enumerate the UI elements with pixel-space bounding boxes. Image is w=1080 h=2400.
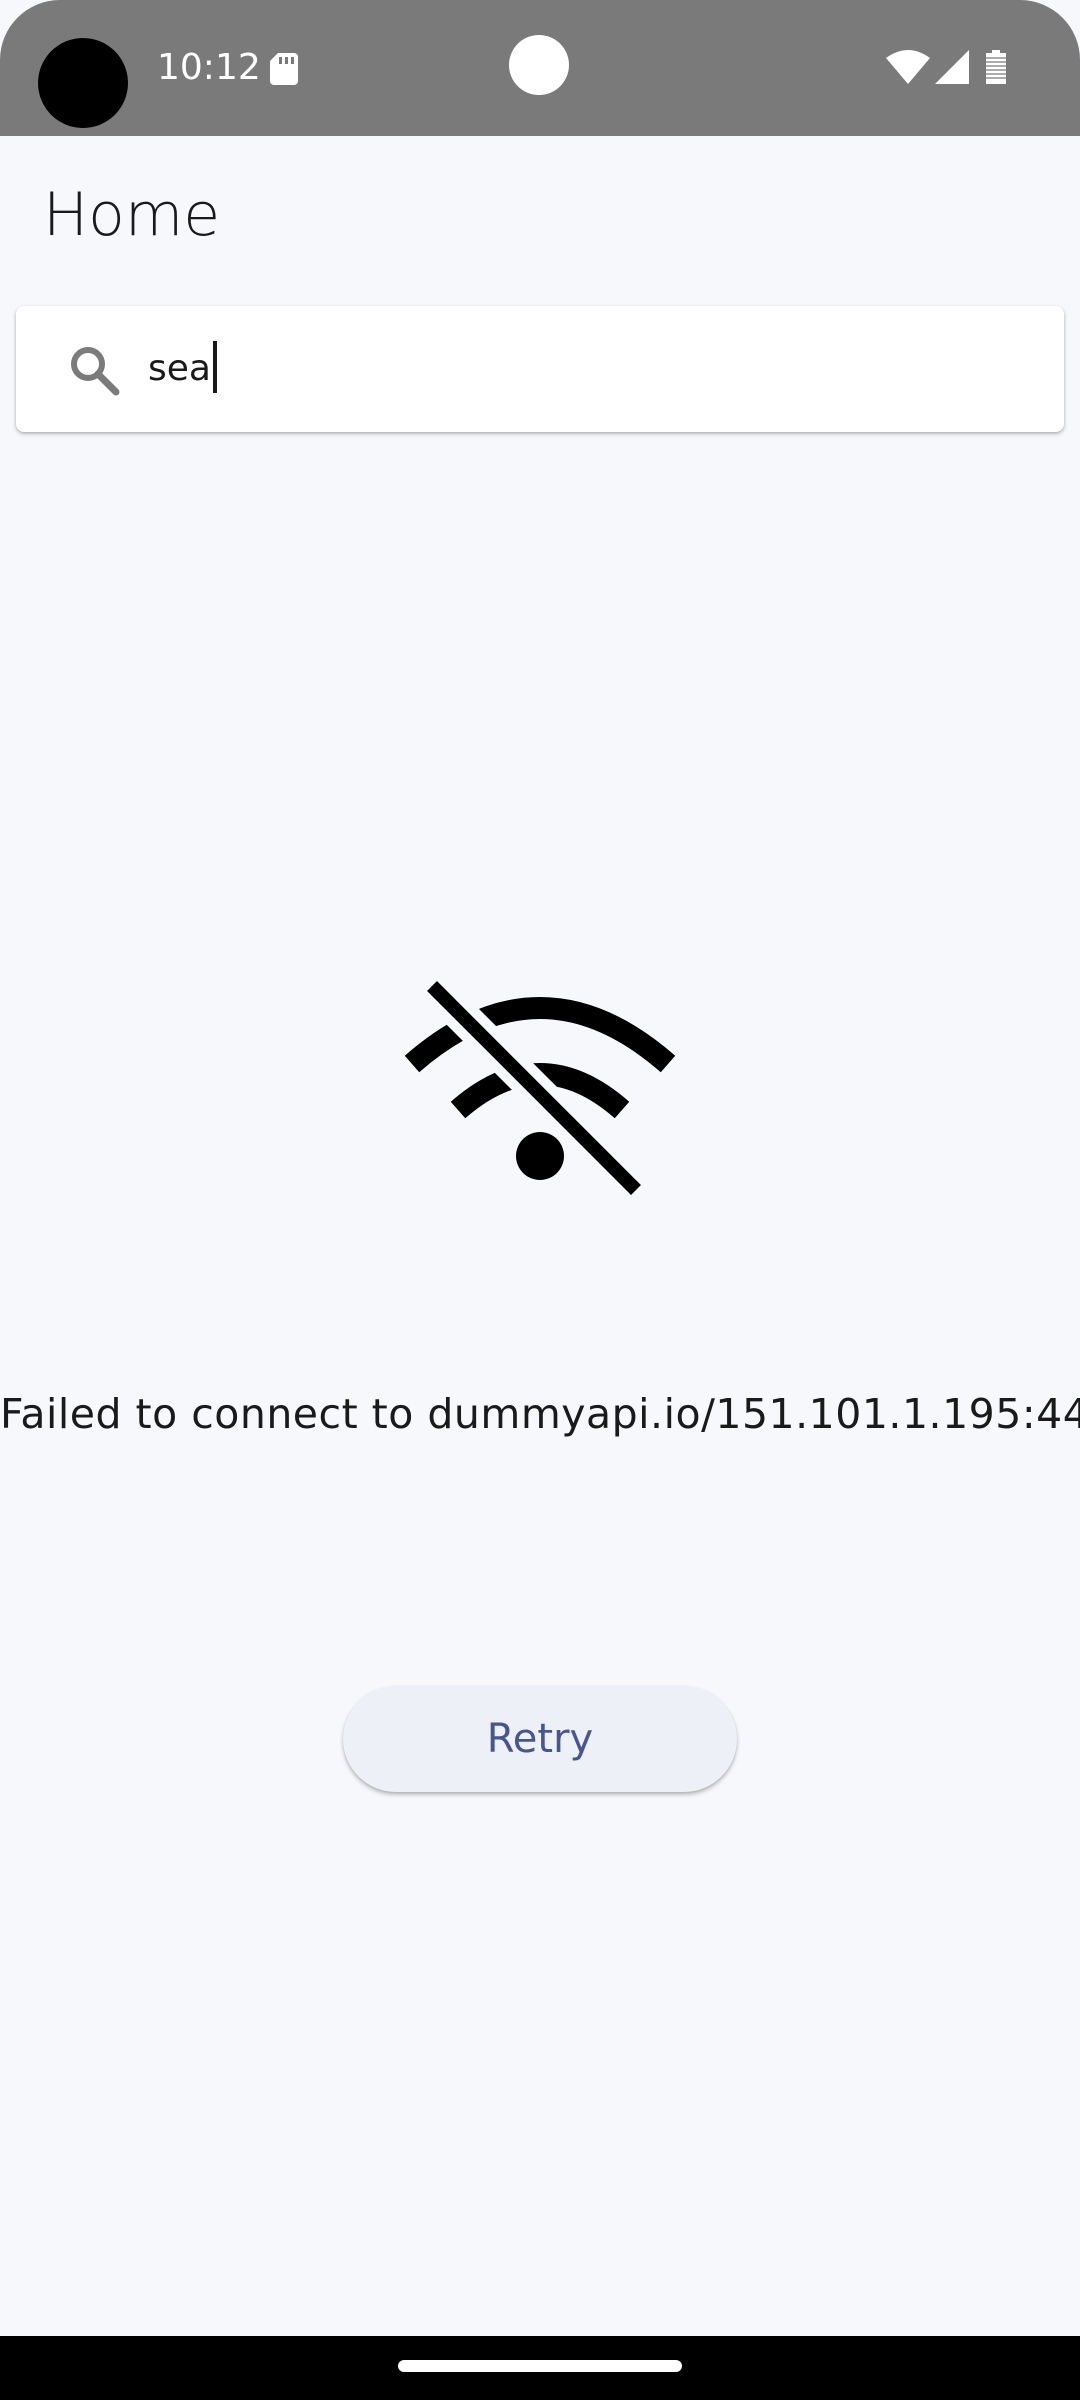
battery-icon	[986, 50, 1006, 84]
search-input-value: sea	[148, 348, 211, 389]
status-time: 10:12	[157, 47, 261, 88]
text-cursor	[212, 341, 217, 393]
page-title: Home	[43, 180, 221, 250]
screen: 10:12 Home sea Failed to connect to dumm…	[0, 0, 1080, 2400]
status-bar: 10:12	[0, 0, 1080, 136]
error-message: Failed to connect to dummyapi.io/151.101…	[0, 1390, 1080, 1438]
sd-card-icon	[270, 53, 298, 85]
retry-button[interactable]: Retry	[343, 1686, 737, 1792]
wifi-icon	[886, 50, 930, 84]
search-box[interactable]: sea	[16, 306, 1064, 432]
cell-signal-icon	[935, 50, 969, 84]
home-indicator[interactable]	[398, 2360, 682, 2372]
search-input[interactable]: sea	[148, 340, 217, 398]
search-icon[interactable]	[68, 344, 120, 396]
wifi-off-icon	[404, 980, 676, 1202]
front-camera-dot	[509, 35, 569, 95]
camera-cutout	[38, 38, 128, 128]
